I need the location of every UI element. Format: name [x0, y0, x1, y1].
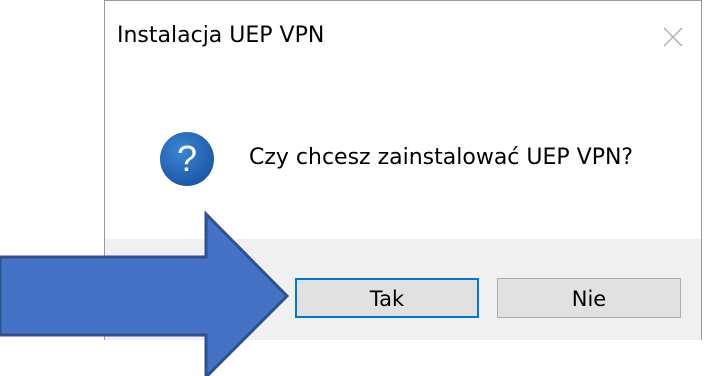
dialog-button-bar: Tak Nie — [105, 239, 701, 340]
dialog-message: Czy chcesz zainstalować UEP VPN? — [249, 145, 634, 170]
svg-text:?: ? — [177, 138, 197, 179]
close-icon — [663, 27, 683, 47]
dialog-title: Instalacja UEP VPN — [117, 23, 325, 48]
dialog-titlebar[interactable]: Instalacja UEP VPN — [105, 1, 701, 81]
close-button[interactable] — [655, 19, 691, 55]
message-dialog: Instalacja UEP VPN ? Czy chcesz zainstal… — [104, 0, 702, 340]
dialog-content: ? Czy chcesz zainstalować UEP VPN? — [105, 81, 701, 239]
yes-button[interactable]: Tak — [295, 278, 479, 318]
screen: Instalacja UEP VPN ? Czy chcesz zainstal… — [0, 0, 705, 376]
no-button[interactable]: Nie — [497, 278, 681, 318]
question-icon: ? — [159, 131, 215, 187]
